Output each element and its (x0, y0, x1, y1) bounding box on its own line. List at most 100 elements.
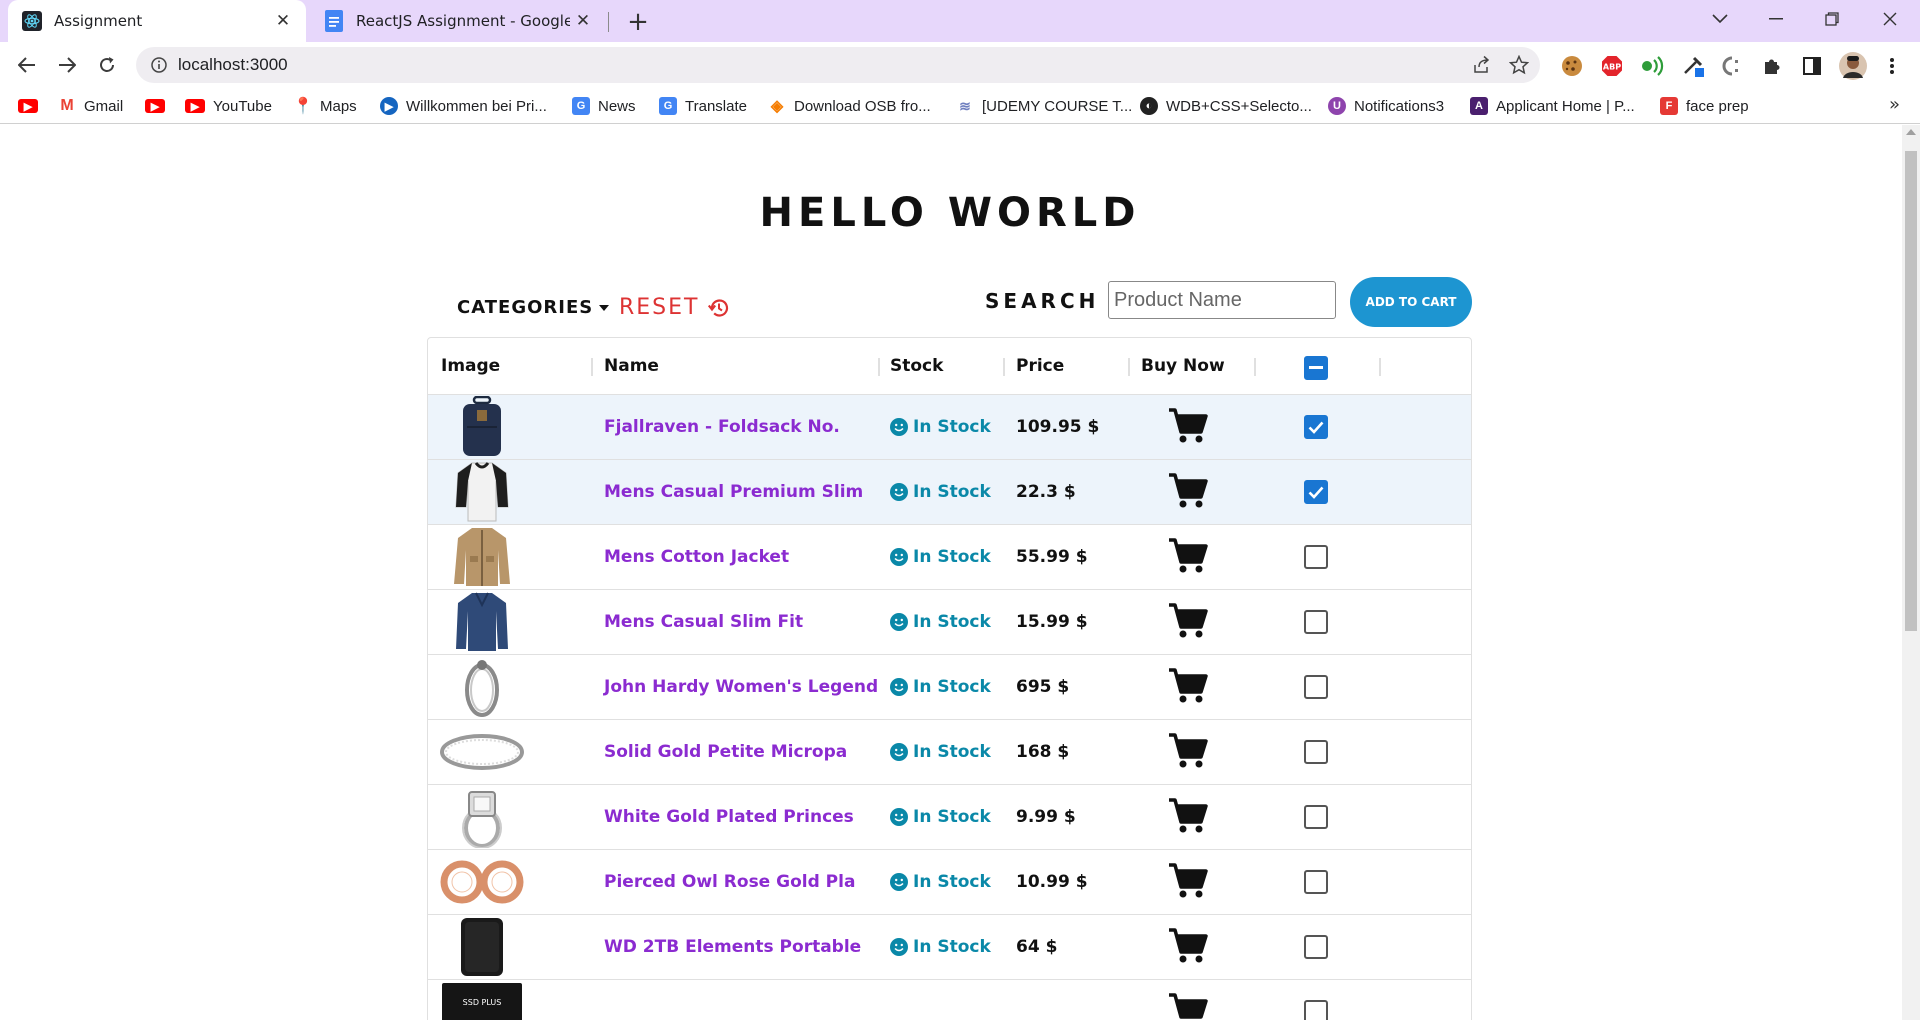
buy-now-button[interactable] (1168, 798, 1208, 838)
buy-now-button[interactable] (1168, 863, 1208, 903)
back-button[interactable] (11, 49, 43, 81)
cart-icon[interactable] (1168, 798, 1208, 834)
table-row[interactable]: White Gold Plated Princes In Stock 9.99 $ (428, 785, 1471, 850)
close-tab-icon[interactable]: ✕ (270, 8, 296, 34)
bookmark-wdb-css[interactable]: ◐ WDB+CSS+Selecto... (1140, 95, 1312, 117)
bookmark-youtube[interactable]: ▶ (145, 95, 173, 117)
profile-avatar[interactable] (1838, 51, 1868, 81)
address-bar[interactable]: localhost:3000 (136, 47, 1540, 83)
puzzle-extensions-icon[interactable] (1760, 54, 1784, 78)
buy-now-button[interactable] (1168, 538, 1208, 578)
css-extension-icon[interactable] (1720, 54, 1744, 78)
cart-icon[interactable] (1168, 408, 1208, 444)
search-input[interactable] (1108, 281, 1336, 319)
cart-icon[interactable] (1168, 928, 1208, 964)
header-price[interactable]: Price (1016, 356, 1064, 376)
column-separator[interactable] (1128, 358, 1130, 376)
row-checkbox[interactable] (1304, 1000, 1328, 1020)
scrollbar-thumb[interactable] (1905, 151, 1917, 631)
buy-now-button[interactable] (1168, 668, 1208, 708)
share-icon[interactable] (1472, 55, 1492, 79)
table-row[interactable]: WD 2TB Elements Portable In Stock 64 $ (428, 915, 1471, 980)
bookmark-applicant-home[interactable]: A Applicant Home | P... (1470, 95, 1635, 117)
product-name[interactable]: Mens Casual Premium Slim (604, 482, 863, 502)
color-picker-icon[interactable] (1682, 54, 1706, 78)
close-tab-icon[interactable]: ✕ (570, 8, 596, 34)
header-buy-now[interactable]: Buy Now (1141, 356, 1225, 376)
row-checkbox[interactable] (1304, 805, 1328, 829)
bookmark-youtube[interactable]: ▶ (18, 95, 46, 117)
tab-assignment[interactable]: Assignment ✕ (8, 0, 306, 42)
adblock-plus-icon[interactable]: ABP (1600, 54, 1624, 78)
site-info-icon[interactable] (150, 56, 168, 78)
table-row[interactable]: Mens Casual Slim Fit In Stock 15.99 $ (428, 590, 1471, 655)
bookmark-notifications[interactable]: U Notifications3 (1328, 95, 1444, 117)
buy-now-button[interactable] (1168, 733, 1208, 773)
minimize-button[interactable] (1750, 0, 1802, 38)
product-name[interactable]: Solid Gold Petite Micropa (604, 742, 847, 762)
table-row[interactable]: Fjallraven - Foldsack No. In Stock 109.95 … (428, 395, 1471, 460)
column-separator[interactable] (1379, 358, 1381, 376)
row-checkbox[interactable] (1304, 935, 1328, 959)
product-name[interactable]: White Gold Plated Princes (604, 807, 854, 827)
table-row[interactable]: Mens Cotton Jacket In Stock 55.99 $ (428, 525, 1471, 590)
new-tab-button[interactable]: + (622, 6, 654, 38)
row-checkbox[interactable] (1304, 480, 1328, 504)
table-row[interactable]: Pierced Owl Rose Gold Pla In Stock 10.99 $ (428, 850, 1471, 915)
row-checkbox[interactable] (1304, 675, 1328, 699)
bookmark-gmail[interactable]: M Gmail (58, 95, 123, 117)
bookmark-udemy[interactable]: ≋ [UDEMY COURSE T... (956, 95, 1132, 117)
product-name[interactable]: John Hardy Women's Legend (604, 677, 878, 697)
row-checkbox[interactable] (1304, 740, 1328, 764)
product-name[interactable]: WD 2TB Elements Portable (604, 937, 861, 957)
select-all-checkbox[interactable] (1304, 356, 1328, 380)
audio-extension-icon[interactable] (1640, 54, 1664, 78)
cookie-extension-icon[interactable] (1560, 54, 1584, 78)
categories-dropdown[interactable]: CATEGORIES (457, 297, 610, 318)
row-checkbox[interactable] (1304, 610, 1328, 634)
cart-icon[interactable] (1168, 668, 1208, 704)
scroll-up-arrow-icon[interactable] (1906, 129, 1916, 135)
add-to-cart-button[interactable]: ADD TO CART (1350, 277, 1472, 327)
more-bookmarks-icon[interactable]: » (1889, 94, 1900, 115)
header-name[interactable]: Name (604, 356, 659, 376)
row-checkbox[interactable] (1304, 545, 1328, 569)
cart-icon[interactable] (1168, 993, 1208, 1020)
bookmark-maps[interactable]: 📍 Maps (293, 95, 357, 117)
url-text[interactable]: localhost:3000 (178, 55, 288, 75)
tab-reactjs-assignment[interactable]: ReactJS Assignment - Google Do ✕ (310, 0, 606, 42)
cart-icon[interactable] (1168, 863, 1208, 899)
buy-now-button[interactable] (1168, 473, 1208, 513)
product-name[interactable]: Mens Cotton Jacket (604, 547, 789, 567)
bookmark-download-osb[interactable]: ◈ Download OSB fro... (768, 95, 931, 117)
close-window-button[interactable] (1864, 0, 1916, 38)
cart-icon[interactable] (1168, 733, 1208, 769)
side-panel-icon[interactable] (1800, 54, 1824, 78)
cart-icon[interactable] (1168, 538, 1208, 574)
product-name[interactable]: Pierced Owl Rose Gold Pla (604, 872, 855, 892)
tab-search-icon[interactable] (1694, 0, 1746, 38)
table-row[interactable]: SSD PLUS (428, 980, 1471, 1020)
product-name[interactable]: Mens Casual Slim Fit (604, 612, 803, 632)
reload-button[interactable] (91, 49, 123, 81)
table-row[interactable]: John Hardy Women's Legend In Stock 695 $ (428, 655, 1471, 720)
page-scrollbar[interactable] (1902, 125, 1920, 1020)
browser-menu-icon[interactable] (1880, 54, 1904, 78)
header-image[interactable]: Image (441, 356, 500, 376)
buy-now-button[interactable] (1168, 928, 1208, 968)
row-checkbox[interactable] (1304, 870, 1328, 894)
table-row[interactable]: Mens Casual Premium Slim In Stock 22.3 $ (428, 460, 1471, 525)
buy-now-button[interactable] (1168, 603, 1208, 643)
forward-button[interactable] (51, 49, 83, 81)
table-row[interactable]: Solid Gold Petite Micropa In Stock 168 $ (428, 720, 1471, 785)
product-name[interactable]: Fjallraven - Foldsack No. (604, 417, 840, 437)
header-stock[interactable]: Stock (890, 356, 943, 376)
column-separator[interactable] (1003, 358, 1005, 376)
bookmark-star-icon[interactable] (1508, 54, 1530, 79)
cart-icon[interactable] (1168, 473, 1208, 509)
buy-now-button[interactable] (1168, 993, 1208, 1020)
buy-now-button[interactable] (1168, 408, 1208, 448)
column-separator[interactable] (1254, 358, 1256, 376)
bookmark-willkommen[interactable]: ▶ Willkommen bei Pri... (380, 95, 547, 117)
cart-icon[interactable] (1168, 603, 1208, 639)
